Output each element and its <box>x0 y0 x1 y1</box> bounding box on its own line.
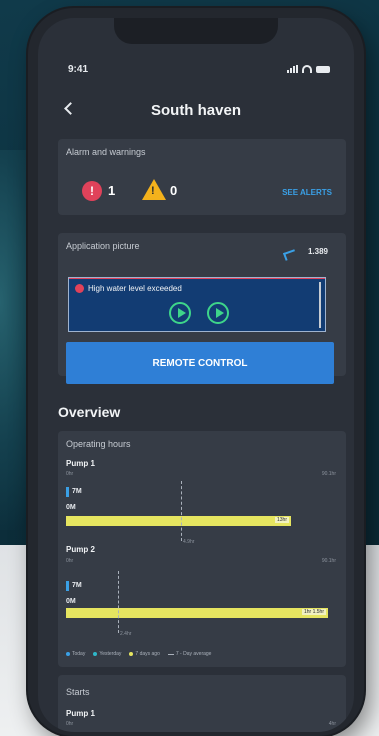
pump-1-today-bar <box>66 487 69 497</box>
pump-2-today-label: 7M <box>72 582 82 589</box>
water-level-icon <box>282 249 298 261</box>
water-level-value: 1.389 <box>307 247 328 256</box>
pump-2-average-line <box>118 571 119 633</box>
app-screen: 9:41 South haven Alarm and warnings ! 1 … <box>38 18 354 732</box>
remote-control-button[interactable]: REMOTE CONTROL <box>66 342 334 384</box>
pump-1-axis-max: 90.1hr <box>321 471 336 477</box>
status-bar: 9:41 <box>38 64 354 78</box>
page-title: South haven <box>150 102 241 119</box>
pump-2-label: Pump 2 <box>66 545 95 554</box>
status-time: 9:41 <box>68 64 89 75</box>
pump-1-average-line <box>181 481 182 541</box>
operating-hours-card: Operating hours Pump 1 0hr 90.1hr 7M 0M … <box>58 431 346 667</box>
legend-today: Today <box>66 651 85 657</box>
pump-2-axis-min: 0hr <box>66 558 74 564</box>
legend-average: 7 - Day average <box>167 651 211 657</box>
high-water-alert: High water level exceeded <box>75 284 182 293</box>
overview-heading: Overview <box>58 404 121 420</box>
alarm-warnings-card: Alarm and warnings ! 1 ! 0 SEE ALERTS <box>58 139 346 215</box>
pump-1-average-label: 4.9hr <box>183 539 195 545</box>
starts-title: Starts <box>66 687 90 697</box>
battery-icon <box>316 65 330 73</box>
signal-icon <box>287 65 298 73</box>
pump-1-axis-min: 0hr <box>66 471 74 477</box>
legend-seven-days: 7 days ago <box>129 651 160 657</box>
pump-1-yesterday-label: 0M <box>66 504 76 511</box>
application-picture[interactable]: High water level exceeded <box>68 277 326 332</box>
alarm-icon: ! <box>82 181 102 201</box>
phone-frame: 9:41 South haven Alarm and warnings ! 1 … <box>28 8 364 736</box>
pump-1-today-label: 7M <box>72 488 82 495</box>
high-water-alert-text: High water level exceeded <box>88 284 182 293</box>
warning-icon: ! <box>142 179 166 200</box>
level-scale <box>319 282 321 328</box>
operating-hours-title: Operating hours <box>66 439 131 449</box>
pump-1-seven-days-value: 13hr <box>274 517 289 523</box>
starts-card: Starts Pump 1 0hr 4hr <box>58 675 346 732</box>
alarm-card-title: Alarm and warnings <box>66 147 146 157</box>
hours-legend: Today Yesterday 7 days ago 7 - Day avera… <box>66 651 211 657</box>
pump-2-icon <box>207 302 229 324</box>
pump-2-axis-max: 90.1hr <box>321 558 336 564</box>
warning-count: 0 <box>170 183 178 198</box>
phone-notch <box>114 18 278 44</box>
starts-axis-max: 4hr <box>328 721 336 727</box>
alert-dot-icon <box>75 284 84 293</box>
pump-1-seven-days-bar: 13hr <box>66 516 291 526</box>
starts-pump-1-label: Pump 1 <box>66 709 95 718</box>
pump-2-yesterday-label: 0M <box>66 598 76 605</box>
legend-yesterday: Yesterday <box>93 651 121 657</box>
pump-2-seven-days-value: 1hr 1.5hr <box>301 609 326 615</box>
application-picture-card: Application picture 1.389 High water lev… <box>58 233 346 384</box>
pump-1-icon <box>169 302 191 324</box>
alarm-count: 1 <box>108 183 116 198</box>
pump-1-label: Pump 1 <box>66 459 95 468</box>
starts-axis-min: 0hr <box>66 721 74 727</box>
pump-2-today-bar <box>66 581 69 591</box>
pump-2-seven-days-bar: 1hr 1.5hr <box>66 608 328 618</box>
application-picture-title: Application picture <box>66 241 140 251</box>
see-alerts-link[interactable]: SEE ALERTS <box>282 188 332 197</box>
status-icons <box>287 65 330 73</box>
wifi-icon <box>302 65 312 73</box>
nav-bar: South haven <box>38 100 354 124</box>
pump-2-average-label: 2.4hr <box>120 631 132 637</box>
